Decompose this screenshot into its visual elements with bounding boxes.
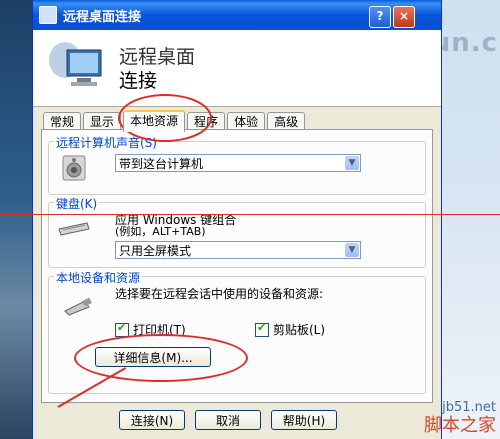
keyboard-select[interactable]: 只用全屏模式 ▼ (115, 241, 361, 259)
sound-group: 远程计算机声音(S) 带到这台计算机 ▼ (48, 134, 426, 195)
close-button[interactable]: × (393, 6, 415, 28)
app-icon (39, 6, 57, 24)
keyboard-group-label: 键盘(K) (54, 195, 100, 212)
title-bar[interactable]: 远程桌面连接 ? × (33, 0, 441, 30)
keyboard-icon (58, 222, 90, 236)
cancel-button[interactable]: 取消 (195, 410, 261, 430)
speaker-icon (62, 155, 86, 181)
monitor-icon (49, 42, 102, 86)
clipboard-checkbox[interactable]: 剪贴板(L) (255, 321, 325, 338)
desktop-background-left (0, 0, 32, 439)
devices-desc: 选择要在远程会话中使用的设备和资源: (115, 287, 324, 301)
keyboard-desc-line2: (例如，ALT+TAB) (115, 225, 206, 238)
chevron-down-icon[interactable]: ▼ (345, 156, 359, 170)
tab-local-resources[interactable]: 本地资源 (123, 110, 186, 132)
window-title: 远程桌面连接 (63, 9, 142, 25)
tab-bar: 常规 显示 本地资源 程序 体验 高级 (43, 110, 307, 132)
header-divider (33, 106, 441, 107)
sound-select[interactable]: 带到这台计算机 ▼ (115, 154, 361, 172)
desktop-background-right (436, 0, 500, 439)
usb-device-icon (64, 297, 92, 316)
header-title-line2: 连接 (119, 70, 158, 92)
chevron-down-icon[interactable]: ▼ (345, 243, 359, 257)
sound-select-value: 带到这台计算机 (119, 157, 204, 171)
keyboard-group: 键盘(K) 应用 Windows 键组合 (例如，ALT+TAB) 只用全屏模式… (48, 195, 426, 268)
dialog-header: 远程桌面 连接 (33, 30, 441, 106)
keyboard-select-value: 只用全屏模式 (119, 244, 192, 258)
annotation-oval-details (74, 334, 248, 382)
clipboard-checkbox-label: 剪贴板(L) (273, 323, 326, 337)
header-title-line1: 远程桌面 (119, 46, 196, 68)
devices-group-label: 本地设备和资源 (54, 269, 143, 286)
help-footer-button[interactable]: 帮助(H) (271, 410, 337, 430)
clipboard-checkbox-box[interactable] (255, 321, 269, 337)
annotation-line (0, 214, 500, 215)
help-button[interactable]: ? (369, 6, 391, 28)
connect-button[interactable]: 连接(N) (119, 410, 185, 430)
printer-checkbox-box[interactable] (115, 321, 129, 337)
site-watermark-cn: 脚本之家 (424, 415, 496, 436)
